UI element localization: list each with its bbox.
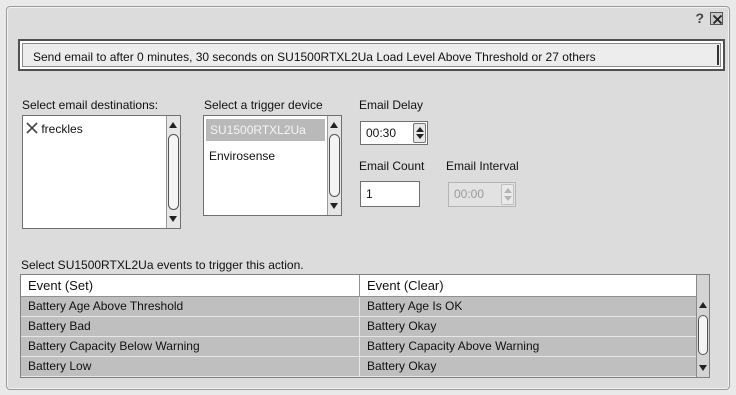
destination-item[interactable]: freckles — [26, 122, 83, 136]
scroll-up-icon[interactable] — [699, 302, 707, 308]
title-icons: ? — [695, 11, 723, 25]
table-row[interactable]: Battery Capacity Below Warning Battery C… — [21, 337, 697, 357]
event-set-cell: Battery Capacity Below Warning — [21, 337, 360, 356]
scroll-up-icon[interactable] — [169, 122, 177, 128]
table-row[interactable]: Battery Age Above Threshold Battery Age … — [21, 297, 697, 317]
event-clear-cell: Battery Capacity Above Warning — [367, 339, 540, 353]
scroll-down-icon[interactable] — [330, 203, 338, 209]
email-interval-label: Email Interval — [446, 159, 519, 173]
destination-label: freckles — [41, 122, 83, 136]
increment-icon[interactable] — [416, 127, 424, 132]
events-table-scrollbar[interactable] — [696, 275, 709, 377]
event-clear-cell: Battery Okay — [367, 359, 437, 373]
trigger-device-scrollbar[interactable] — [327, 116, 341, 215]
column-header-event-set[interactable]: Event (Set) — [21, 275, 360, 296]
scroll-down-icon[interactable] — [699, 365, 707, 371]
event-clear-cell: Battery Age Is OK — [367, 299, 463, 313]
table-row[interactable]: Battery Bad Battery Okay — [21, 317, 697, 337]
events-label: Select SU1500RTXL2Ua events to trigger t… — [21, 258, 304, 272]
trigger-device-list[interactable]: SU1500RTXL2Ua Envirosense — [203, 115, 342, 216]
events-table-header: Event (Set) Event (Clear) — [21, 275, 697, 297]
events-table: Event (Set) Event (Clear) Battery Age Ab… — [20, 274, 710, 378]
close-icon[interactable] — [710, 11, 723, 25]
increment-icon[interactable] — [504, 188, 512, 193]
scroll-thumb[interactable] — [329, 134, 340, 197]
table-row[interactable]: Battery Low Battery Okay — [21, 357, 697, 377]
scroll-thumb[interactable] — [168, 134, 179, 210]
email-count-field[interactable]: 1 — [360, 181, 420, 207]
email-count-value: 1 — [366, 187, 373, 201]
event-set-cell: Battery Bad — [21, 317, 360, 336]
destinations-label: Select email destinations: — [22, 98, 159, 112]
event-set-cell: Battery Age Above Threshold — [21, 297, 360, 316]
scroll-thumb[interactable] — [698, 315, 708, 355]
scroll-down-icon[interactable] — [169, 216, 177, 222]
action-summary-text: Send email to after 0 minutes, 30 second… — [33, 50, 596, 64]
column-header-event-clear[interactable]: Event (Clear) — [360, 275, 697, 296]
event-set-cell: Battery Low — [21, 357, 360, 376]
trigger-device-label: Select a trigger device — [204, 98, 323, 112]
email-delay-stepper[interactable] — [413, 123, 426, 143]
x-mark-icon — [26, 122, 38, 134]
email-delay-spinner[interactable]: 00:30 — [360, 121, 428, 145]
email-interval-value: 00:00 — [454, 187, 485, 201]
event-clear-cell: Battery Okay — [367, 319, 437, 333]
action-summary-field: Send email to after 0 minutes, 30 second… — [18, 39, 725, 71]
email-interval-spinner[interactable]: 00:00 — [448, 182, 516, 207]
help-icon[interactable]: ? — [695, 11, 704, 25]
destinations-list[interactable]: freckles — [22, 115, 181, 229]
decrement-icon[interactable] — [504, 196, 512, 201]
email-delay-value: 00:30 — [366, 126, 397, 140]
trigger-device-item-su1500rtxl2ua[interactable]: SU1500RTXL2Ua — [206, 119, 325, 141]
trigger-device-item-envirosense[interactable]: Envirosense — [209, 149, 275, 163]
decrement-icon[interactable] — [416, 134, 424, 139]
email-delay-label: Email Delay — [359, 98, 424, 112]
destinations-scrollbar[interactable] — [166, 116, 180, 228]
summary-caret — [717, 45, 719, 65]
scroll-up-icon[interactable] — [330, 122, 338, 128]
email-interval-stepper[interactable] — [501, 184, 514, 205]
email-action-dialog: ? Send email to after 0 minutes, 30 seco… — [6, 6, 730, 390]
email-count-label: Email Count — [359, 159, 425, 173]
